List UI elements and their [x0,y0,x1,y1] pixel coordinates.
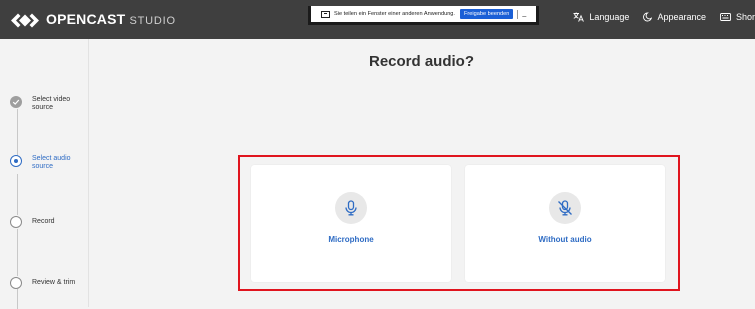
appearance-button[interactable]: Appearance [643,12,706,22]
step-connector [17,229,18,276]
pending-step-icon [10,216,22,228]
opencast-logo[interactable]: OPENCAST STUDIO [10,10,176,31]
active-step-icon [10,155,22,167]
step-review-trim[interactable]: Review & trim [10,277,84,289]
appearance-label: Appearance [657,12,706,22]
translate-icon [573,12,585,22]
step-select-video-source[interactable]: Select video source [10,96,84,112]
header-actions: Language Appearance Shor [559,12,755,22]
step-record[interactable]: Record [10,216,84,228]
step-select-audio-source[interactable]: Select audio source [10,155,84,171]
microphone-option-label: Microphone [328,235,374,244]
step-connector [17,109,18,160]
steps-sidebar: Select video source Select audio source … [0,39,89,309]
step-connector [17,174,18,215]
stop-sharing-button[interactable]: Freigabe beenden [459,9,514,19]
language-button[interactable]: Language [573,12,629,22]
logo-text: OPENCAST STUDIO [46,11,176,27]
step-label: Record [32,218,55,225]
microphone-icon [345,200,357,216]
screen-share-message: Sie teilen ein Fenster einer anderen Anw… [334,11,455,17]
check-icon [10,96,22,108]
shortcuts-button[interactable]: Shor [720,12,755,22]
icon-circle [549,192,581,224]
shortcuts-label: Shor [735,12,755,22]
opencast-logo-icon [11,13,39,28]
share-bar-divider [517,9,519,19]
without-audio-option-label: Without audio [538,235,592,244]
top-bar: OPENCAST STUDIO Sie teilen ein Fenster e… [0,0,755,39]
icon-circle [335,192,367,224]
step-label: Review & trim [32,279,76,286]
step-connector [17,289,18,309]
keyboard-icon [720,13,731,21]
screen-share-notification: Sie teilen ein Fenster einer anderen Anw… [308,6,539,25]
page-title: Record audio? [368,53,474,70]
pending-step-icon [10,277,22,289]
moon-icon [643,12,653,22]
without-audio-option-card[interactable]: Without audio [465,165,665,282]
step-label: Select video source [32,96,71,111]
language-label: Language [589,12,630,22]
microphone-off-icon [558,200,572,216]
screen-share-icon [321,10,330,18]
hide-share-bar-button[interactable]: _ [522,10,526,17]
step-label: Select audio source [32,155,71,170]
microphone-option-card[interactable]: Microphone [251,165,451,282]
